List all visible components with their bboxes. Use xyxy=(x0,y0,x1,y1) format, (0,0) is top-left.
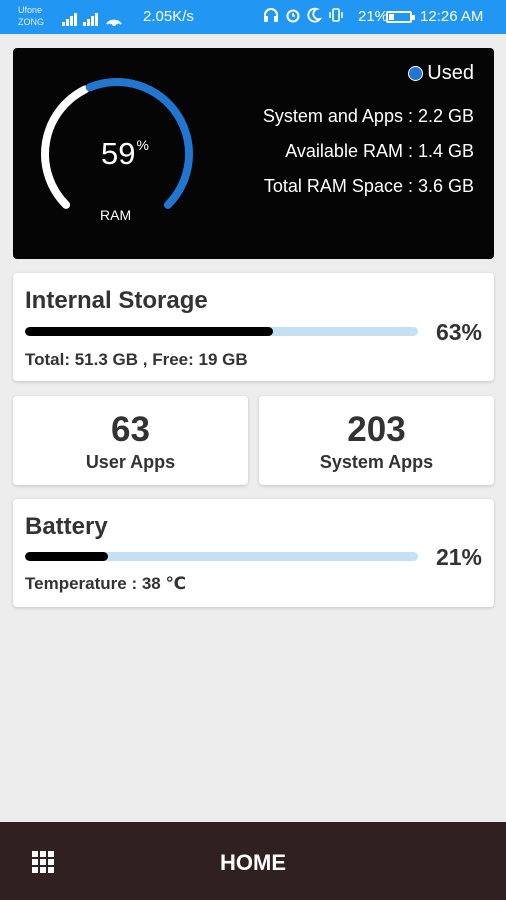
battery-icon xyxy=(386,11,415,23)
signal-icon xyxy=(62,12,77,26)
hotspot-icon xyxy=(106,19,122,26)
system-and-apps-ram: System and Apps : 2.2 GB xyxy=(262,106,474,126)
internal-storage-title: Internal Storage xyxy=(25,287,208,314)
storage-percent: 63% xyxy=(435,319,482,345)
total-ram-space: Total RAM Space : 3.6 GB xyxy=(263,176,474,196)
moon-icon xyxy=(307,7,322,23)
carrier-names: Ufone ZONG xyxy=(18,4,44,28)
home-label[interactable]: HOME xyxy=(0,850,506,876)
user-apps-label: User Apps xyxy=(85,452,176,472)
battery-progress-fill xyxy=(25,552,108,561)
ram-label: RAM xyxy=(100,207,132,223)
used-legend-dot xyxy=(408,66,424,81)
carrier-1: Ufone xyxy=(18,5,43,15)
ram-percent-sign: % xyxy=(136,137,149,153)
battery-card[interactable]: Battery 21% Temperature : 38 ℃ xyxy=(13,499,494,607)
headset-icon xyxy=(264,8,278,22)
vibrate-icon xyxy=(329,8,343,22)
battery-temperature: Temperature : 38 ℃ xyxy=(25,574,187,593)
ram-legend: Used xyxy=(408,62,474,85)
internal-storage-card[interactable]: Internal Storage 63% Total: 51.3 GB , Fr… xyxy=(13,273,494,381)
signal-4g-icon xyxy=(83,12,98,26)
system-apps-card[interactable]: 203 System Apps xyxy=(259,396,494,485)
used-legend-label: Used xyxy=(427,62,474,84)
available-ram: Available RAM : 1.4 GB xyxy=(285,141,474,161)
ram-card: 59% RAM Used System and Apps : 2.2 GB Av… xyxy=(13,48,494,259)
network-speed: 2.05K/s xyxy=(143,8,194,25)
carrier-2: ZONG xyxy=(18,17,44,27)
battery-percent-text: 21% xyxy=(435,544,482,570)
system-icons xyxy=(263,7,344,23)
alarm-icon xyxy=(286,9,300,23)
clock: 12:26 AM xyxy=(420,8,484,25)
network-icons xyxy=(62,8,124,26)
battery-progress-bar xyxy=(25,552,418,561)
user-apps-count: 63 xyxy=(111,410,150,449)
ram-percent: 59% xyxy=(101,136,149,172)
battery-percent: 21% xyxy=(358,8,389,25)
storage-details: Total: 51.3 GB , Free: 19 GB xyxy=(25,350,248,369)
storage-progress-bar xyxy=(25,327,418,336)
ram-percent-value: 59 xyxy=(101,136,136,171)
bottom-nav-bar: HOME xyxy=(0,822,506,900)
battery-title: Battery xyxy=(25,513,108,540)
system-apps-count: 203 xyxy=(347,410,406,449)
status-bar: Ufone ZONG 2.05K/s 21% 12:26 AM xyxy=(0,0,506,34)
user-apps-card[interactable]: 63 User Apps xyxy=(13,396,248,485)
system-apps-label: System Apps xyxy=(319,452,434,472)
storage-progress-fill xyxy=(25,327,273,336)
ram-gauge-track xyxy=(41,85,90,209)
